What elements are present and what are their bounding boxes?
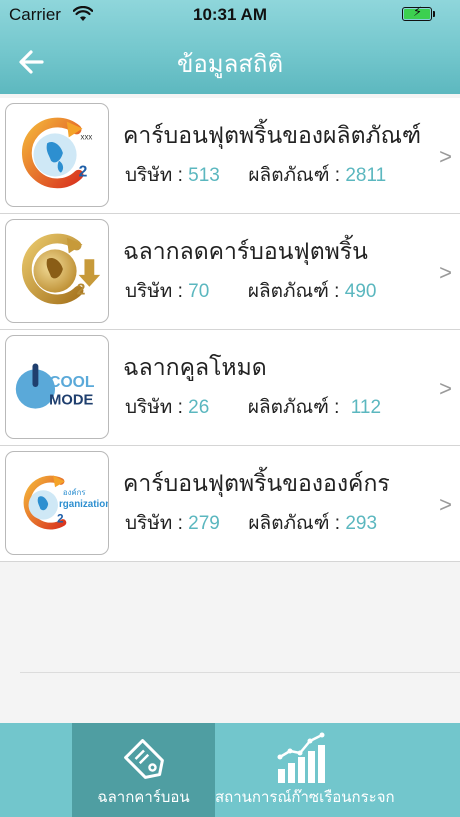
row-stats: บริษัท : 26 ผลิตภัณฑ์ : 112	[125, 392, 381, 422]
carbon-reduction-label-logo: 2	[5, 219, 109, 323]
chevron-right-icon: >	[439, 260, 452, 285]
svg-text:องค์กร: องค์กร	[63, 488, 86, 497]
tab-bar: ฉลากคาร์บอน สถานการณ์ก๊าซเรือนกระจก	[0, 723, 460, 817]
row-stats: บริษัท : 513 ผลิตภัณฑ์ : 2811	[125, 160, 386, 190]
company-label: บริษัท :	[125, 397, 183, 418]
charging-icon: ⚡	[413, 5, 423, 20]
svg-text:xxx: xxx	[81, 132, 93, 141]
product-label: ผลิตภัณฑ์ :	[247, 397, 340, 418]
list-item[interactable]: COOL MODE ฉลากคูลโหมด บริษัท : 26 ผลิตภั…	[0, 330, 460, 446]
nav-bar: ข้อมูลสถิติ	[0, 30, 460, 94]
row-title: ฉลากคูลโหมด	[123, 354, 267, 380]
product-count: 293	[345, 513, 378, 534]
svg-text:2: 2	[79, 164, 88, 181]
company-count: 70	[188, 281, 210, 302]
product-count: 112	[350, 397, 382, 418]
row-stats: บริษัท : 70 ผลิตภัณฑ์ : 490	[125, 276, 376, 306]
row-title: คาร์บอนฟุตพริ้นของผลิตภัณฑ์	[123, 122, 422, 148]
status-time: 10:31 AM	[192, 5, 267, 24]
company-count: 279	[188, 513, 220, 534]
tab-greenhouse-situation[interactable]: สถานการณ์ก๊าซเรือนกระจก	[215, 723, 395, 817]
company-label: บริษัท :	[125, 281, 183, 302]
company-count: 26	[188, 397, 210, 418]
product-label: ผลิตภัณฑ์ :	[248, 513, 341, 534]
row-stats: บริษัท : 279 ผลิตภัณฑ์ : 293	[125, 508, 377, 538]
battery-tip	[433, 11, 435, 17]
status-bar: Carrier 10:31 AM ⚡	[0, 0, 460, 30]
company-count: 513	[188, 165, 220, 186]
list-item[interactable]: องค์กร rganization 2 คาร์บอนฟุตพริ้นของอ…	[0, 446, 460, 562]
stats-list: xxx 2 คาร์บอนฟุตพริ้นของผลิตภัณฑ์ บริษัท…	[0, 98, 460, 562]
bar-chart-icon	[272, 731, 328, 791]
row-title: คาร์บอนฟุตพริ้นขององค์กร	[123, 470, 390, 496]
product-count: 490	[344, 281, 377, 302]
tab-carbon-label[interactable]: ฉลากคาร์บอน	[72, 723, 215, 817]
divider	[20, 672, 460, 673]
company-label: บริษัท :	[125, 165, 183, 186]
carbon-footprint-organization-logo: องค์กร rganization 2	[5, 451, 109, 555]
tab-label: ฉลากคาร์บอน	[97, 789, 190, 806]
chevron-right-icon: >	[439, 492, 452, 517]
row-title: ฉลากลดคาร์บอนฟุตพริ้น	[123, 238, 368, 264]
carbon-footprint-product-logo: xxx 2	[5, 103, 109, 207]
product-label: ผลิตภัณฑ์ :	[247, 281, 340, 302]
company-label: บริษัท :	[125, 513, 183, 534]
page-title: ข้อมูลสถิติ	[176, 51, 284, 78]
tab-label: สถานการณ์ก๊าซเรือนกระจก	[215, 789, 395, 806]
list-item[interactable]: 2 ฉลากลดคาร์บอนฟุตพริ้น บริษัท : 70 ผลิต…	[0, 214, 460, 330]
svg-text:rganization: rganization	[59, 499, 108, 510]
svg-text:MODE: MODE	[49, 393, 93, 409]
product-count: 2811	[345, 165, 387, 186]
svg-text:COOL: COOL	[49, 374, 95, 391]
tag-icon	[116, 731, 172, 791]
product-label: ผลิตภัณฑ์ :	[248, 165, 341, 186]
svg-text:2: 2	[57, 513, 64, 526]
list-item[interactable]: xxx 2 คาร์บอนฟุตพริ้นของผลิตภัณฑ์ บริษัท…	[0, 98, 460, 214]
svg-text:2: 2	[77, 282, 86, 299]
cool-mode-logo: COOL MODE	[5, 335, 109, 439]
chevron-right-icon: >	[439, 144, 452, 169]
chevron-right-icon: >	[439, 376, 452, 401]
